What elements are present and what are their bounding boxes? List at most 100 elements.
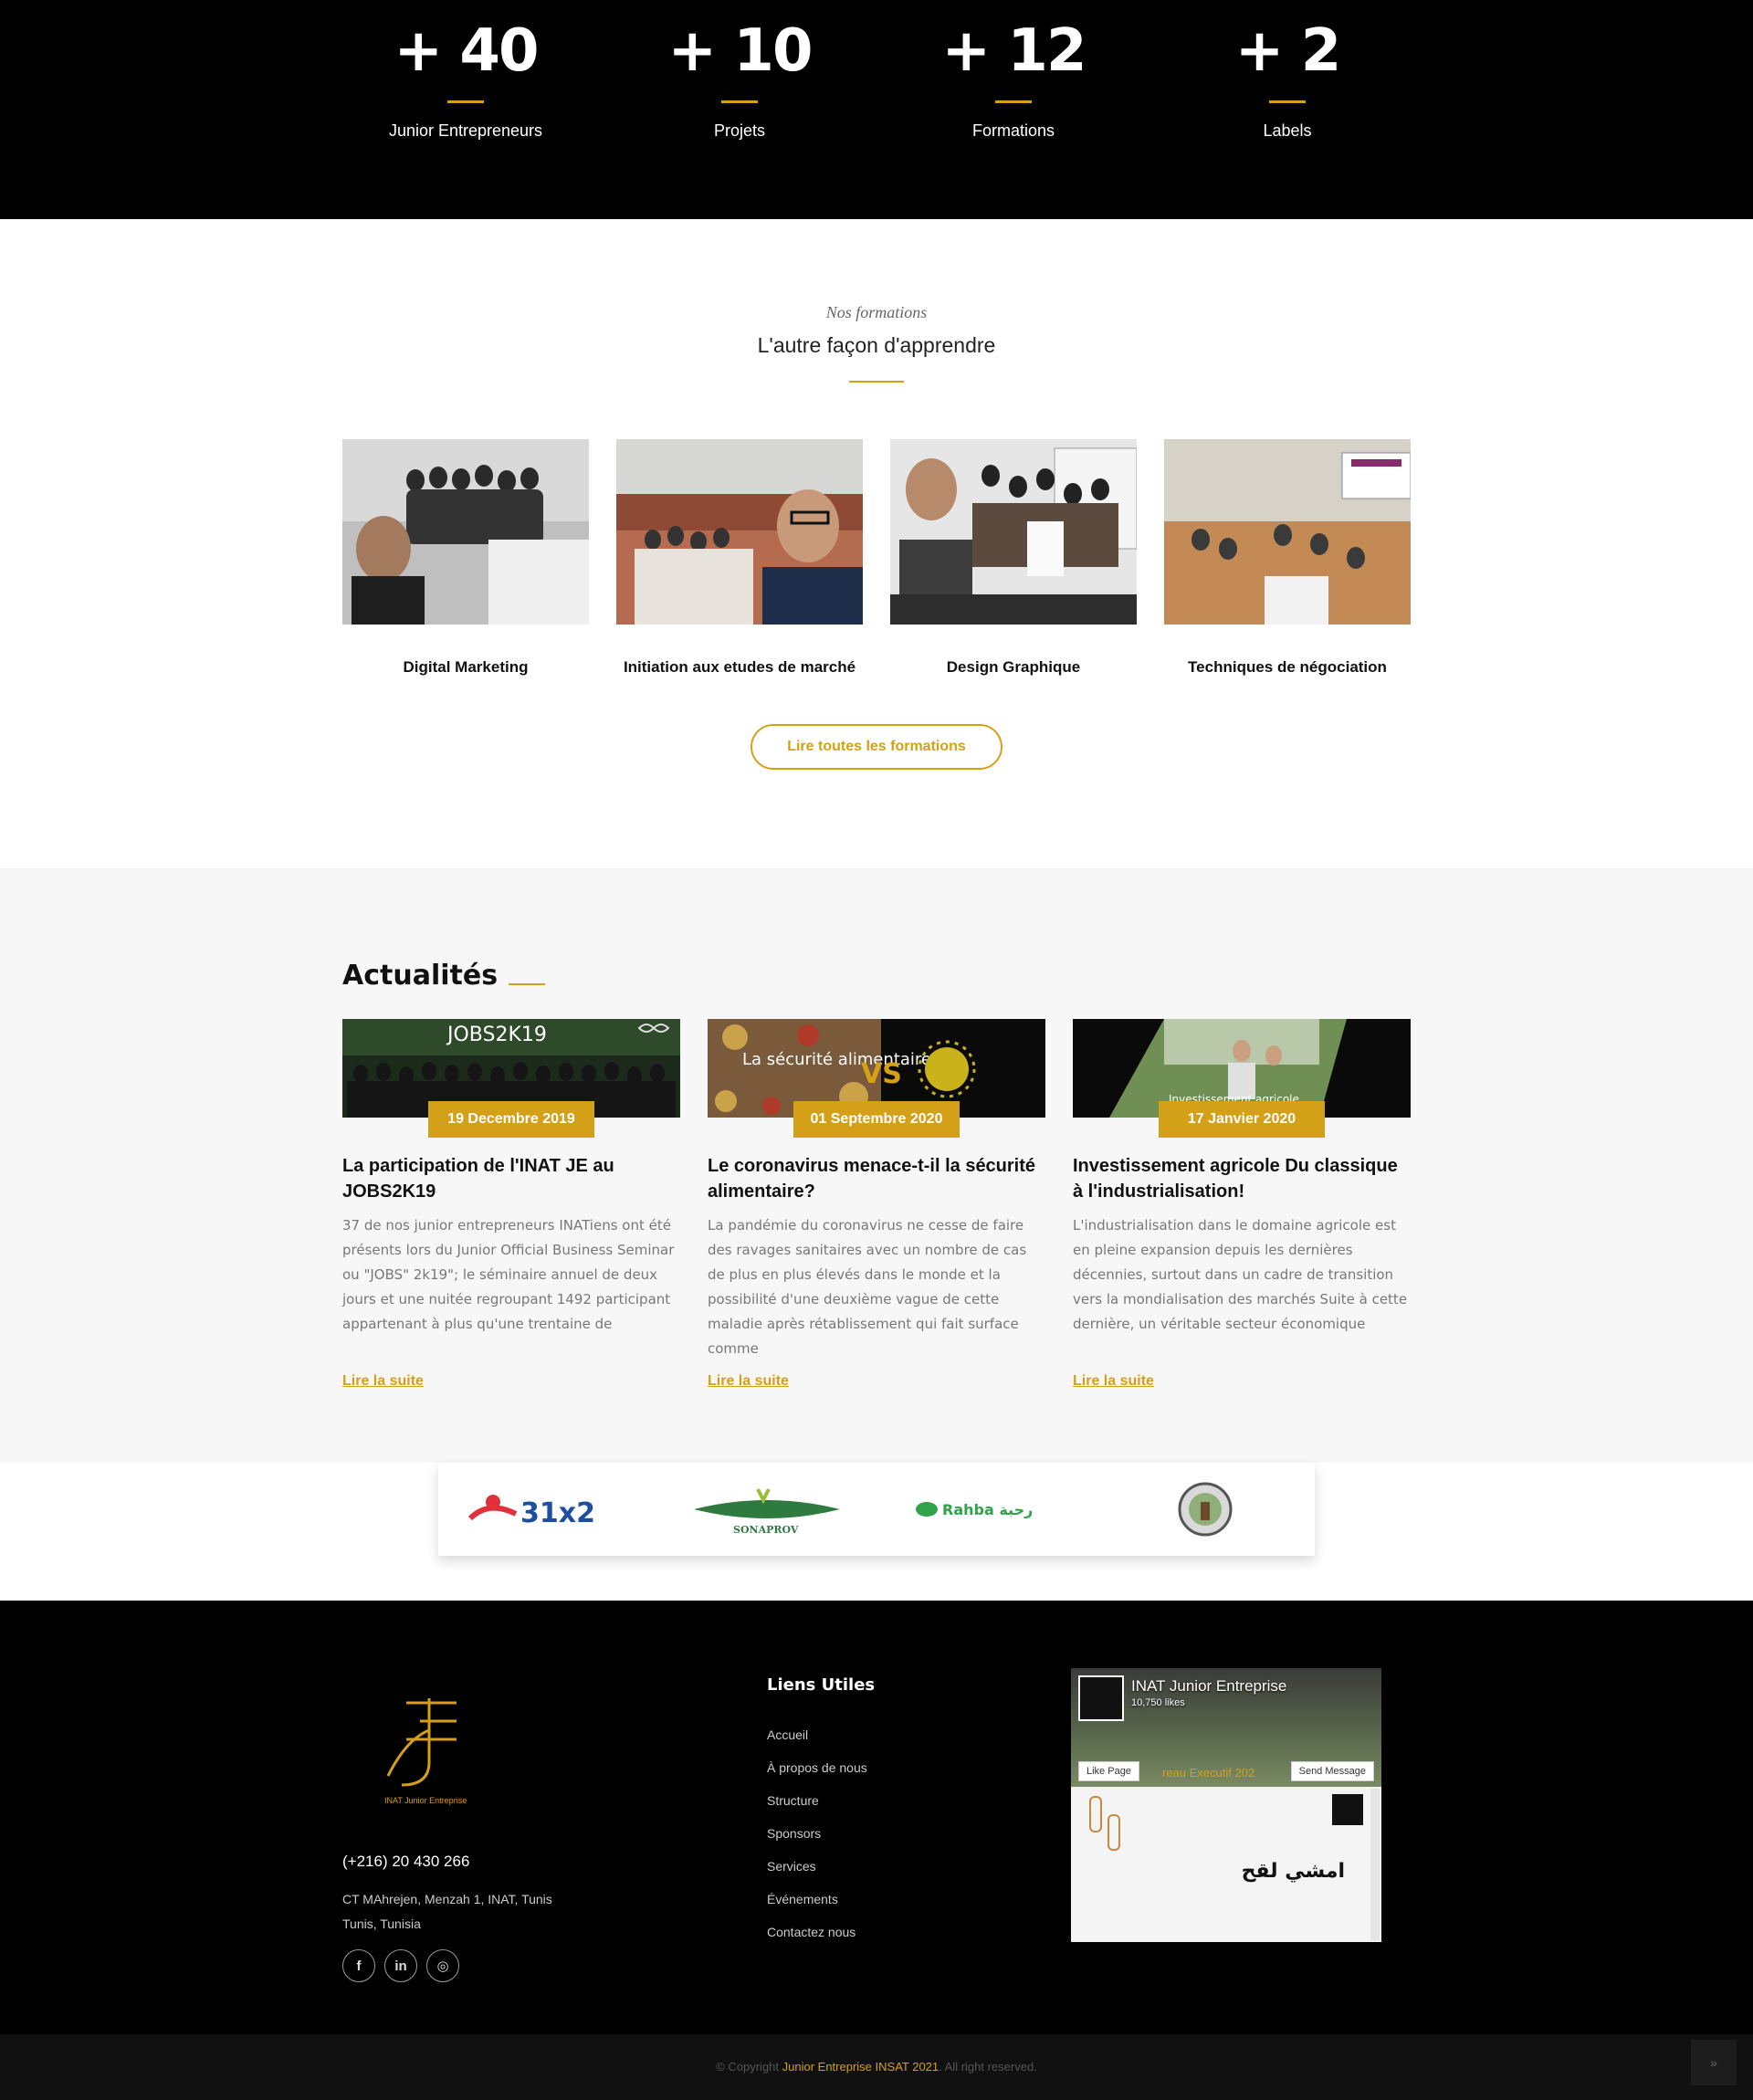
formation-card[interactable]: Techniques de négociation [1164, 439, 1411, 677]
footer-address-line: CT MAhrejen, Menzah 1, INAT, Tunis [342, 1892, 552, 1906]
stat-number: + 40 [394, 17, 540, 85]
footer-link-evenements[interactable]: Événements [767, 1883, 1071, 1916]
formations-section: Nos formations L'autre façon d'apprendre [0, 219, 1753, 868]
copyright-prefix: © Copyright [716, 2060, 780, 2074]
read-more-link[interactable]: Lire la suite [708, 1373, 789, 1390]
stat-number: + 12 [941, 17, 1087, 85]
stat-divider [447, 100, 484, 103]
section-divider [849, 381, 904, 383]
read-more-link[interactable]: Lire la suite [342, 1373, 424, 1390]
stat-divider [721, 100, 758, 103]
news-date-badge: 19 Decembre 2019 [428, 1101, 594, 1138]
news-title[interactable]: Le coronavirus menace-t-il la sécurité a… [708, 1153, 1045, 1204]
partners-carousel: 31x2 SONAPROV Rahba رحبة [438, 1463, 1315, 1556]
partner-logo[interactable] [1114, 1482, 1296, 1537]
facebook-page-name[interactable]: INAT Junior Entreprise [1131, 1677, 1286, 1696]
news-cards: JOBS2K19 19 Decembre 2019 La participati… [342, 1019, 1411, 1390]
stat-divider [995, 100, 1032, 103]
facebook-likes-count: 10,750 likes [1131, 1697, 1185, 1708]
footer-links-column: Liens Utiles Accueil À propos de nous St… [767, 1601, 1071, 1982]
footer-contact-column: INAT Junior Entreprise (+216) 20 430 266… [342, 1601, 767, 1982]
lantern-icon [1089, 1796, 1102, 1832]
facebook-post-text: امشي لقح [1241, 1860, 1345, 1883]
facebook-cover-text: reau Executif 202 [1162, 1766, 1255, 1780]
footer-link-services[interactable]: Services [767, 1850, 1071, 1883]
facebook-page-avatar[interactable] [1078, 1675, 1124, 1721]
partner-logo[interactable]: 31x2 [457, 1482, 639, 1537]
news-image[interactable]: La sécurité alimentaire VS 01 Septembre … [708, 1019, 1045, 1138]
news-heading: Actualités [342, 960, 499, 992]
stat-labels: + 2 Labels [1164, 0, 1411, 141]
formation-photo[interactable] [342, 439, 589, 625]
news-image[interactable]: JOBS2K19 19 Decembre 2019 [342, 1019, 680, 1138]
formation-title[interactable]: Design Graphique [890, 658, 1137, 677]
read-more-link[interactable]: Lire la suite [1073, 1373, 1154, 1390]
formation-photo[interactable] [1164, 439, 1411, 625]
news-card: Investissement agricole 17 Janvier 2020 … [1073, 1019, 1411, 1390]
footer-link-structure[interactable]: Structure [767, 1784, 1071, 1817]
partner-name: SONAPROV [733, 1524, 799, 1536]
news-card: La sécurité alimentaire VS 01 Septembre … [708, 1019, 1045, 1390]
lantern-icon [1107, 1814, 1120, 1851]
footer: INAT Junior Entreprise (+216) 20 430 266… [0, 1601, 1753, 2034]
instagram-icon[interactable]: ◎ [426, 1949, 459, 1982]
formation-photo[interactable] [616, 439, 863, 625]
stats-section: + 40 Junior Entrepreneurs + 10 Projets +… [0, 0, 1753, 219]
formation-cards: Digital Marketing Initiation aux etudes … [342, 439, 1411, 677]
formation-title[interactable]: Techniques de négociation [1164, 658, 1411, 677]
footer-logo[interactable]: INAT Junior Entreprise [342, 1685, 488, 1822]
copyright-bar: © Copyright Junior Entreprise INSAT 2021… [0, 2034, 1753, 2100]
footer-link-a-propos[interactable]: À propos de nous [767, 1751, 1071, 1784]
stat-label: Formations [971, 121, 1055, 140]
stat-number: + 2 [1234, 17, 1341, 85]
stat-junior-entrepreneurs: + 40 Junior Entrepreneurs [342, 0, 589, 141]
footer-logo-text: INAT Junior Entreprise [384, 1796, 467, 1805]
facebook-widget-scrollbar[interactable] [1370, 1789, 1380, 1940]
footer-link-contact[interactable]: Contactez nous [767, 1916, 1071, 1948]
news-section: Actualités JOBS2K19 19 Decembre 2019 La … [0, 868, 1753, 1463]
stat-label: Labels [1263, 121, 1312, 140]
news-title[interactable]: Investissement agricole Du classique à l… [1073, 1153, 1411, 1204]
news-date-badge: 01 Septembre 2020 [793, 1101, 960, 1138]
facebook-page-widget[interactable]: INAT Junior Entreprise 10,750 likes Like… [1071, 1668, 1381, 1942]
formation-card[interactable]: Design Graphique [890, 439, 1137, 677]
news-image-vs: VS [861, 1058, 902, 1090]
news-heading-underline [509, 982, 546, 985]
footer-phone[interactable]: (+216) 20 430 266 [342, 1853, 767, 1871]
stat-divider [1269, 100, 1306, 103]
stat-number: + 10 [667, 17, 814, 85]
news-card: JOBS2K19 19 Decembre 2019 La participati… [342, 1019, 680, 1390]
footer-link-sponsors[interactable]: Sponsors [767, 1817, 1071, 1850]
copyright-brand[interactable]: Junior Entreprise INSAT 2021 [782, 2060, 939, 2074]
linkedin-icon[interactable]: in [384, 1949, 417, 1982]
formation-photo[interactable] [890, 439, 1137, 625]
social-links: f in ◎ [342, 1949, 767, 1982]
partner-logo[interactable]: Rahba رحبة [895, 1482, 1077, 1537]
formation-card[interactable]: Initiation aux etudes de marché [616, 439, 863, 677]
news-image-caption: JOBS2K19 [446, 1024, 547, 1046]
footer-link-accueil[interactable]: Accueil [767, 1718, 1071, 1751]
news-title[interactable]: La participation de l'INAT JE au JOBS2K1… [342, 1153, 680, 1204]
formation-title[interactable]: Initiation aux etudes de marché [616, 658, 863, 677]
facebook-send-message-button[interactable]: Send Message [1290, 1761, 1374, 1781]
post-logo [1332, 1794, 1363, 1825]
stat-label: Projets [713, 121, 766, 140]
partner-name: Rahba رحبة [942, 1501, 1033, 1518]
partner-logo[interactable]: SONAPROV [676, 1482, 858, 1537]
chevron-up-icon: » [1710, 2055, 1717, 2070]
news-excerpt: 37 de nos junior entrepreneurs INATiens … [342, 1217, 675, 1332]
formation-title[interactable]: Digital Marketing [342, 658, 589, 677]
facebook-icon[interactable]: f [342, 1949, 375, 1982]
footer-links-heading: Liens Utiles [767, 1675, 876, 1695]
back-to-top-button[interactable]: » [1691, 2040, 1737, 2085]
footer-address-line: Tunis, Tunisia [342, 1916, 421, 1931]
facebook-like-button[interactable]: Like Page [1078, 1761, 1139, 1781]
facebook-cover: INAT Junior Entreprise 10,750 likes Like… [1071, 1668, 1381, 1787]
section-title: L'autre façon d'apprendre [757, 333, 996, 357]
formation-card[interactable]: Digital Marketing [342, 439, 589, 677]
facebook-post-preview[interactable]: امشي لقح [1071, 1787, 1381, 1942]
partner-name: 31x2 [520, 1497, 595, 1529]
news-image-caption: La sécurité alimentaire [742, 1050, 931, 1069]
all-formations-button[interactable]: Lire toutes les formations [751, 724, 1002, 770]
news-image[interactable]: Investissement agricole 17 Janvier 2020 [1073, 1019, 1411, 1138]
